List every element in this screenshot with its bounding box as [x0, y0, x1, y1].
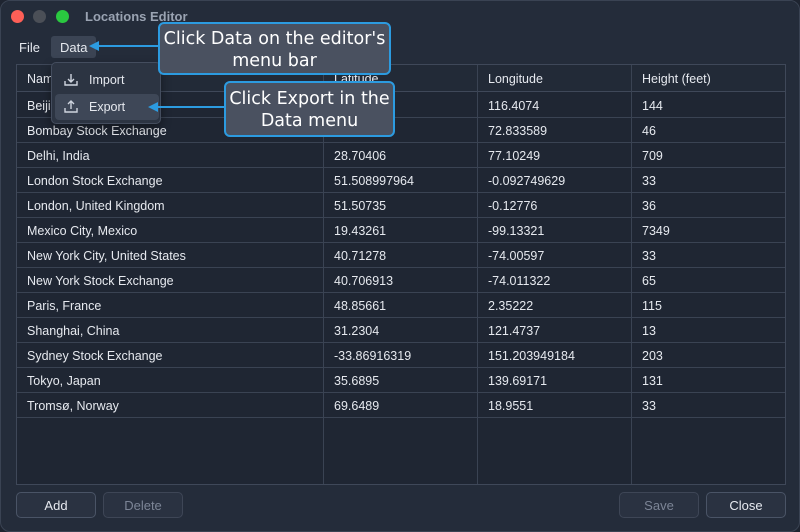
- cell-name[interactable]: Paris, France: [17, 293, 324, 318]
- cell-latitude[interactable]: 40.706913: [324, 268, 478, 293]
- menu-file[interactable]: File: [10, 36, 49, 58]
- cell-latitude[interactable]: -33.86916319: [324, 343, 478, 368]
- table-row[interactable]: New York Stock Exchange 40.706913 -74.0113…: [17, 268, 785, 293]
- cell-height[interactable]: 46: [632, 118, 787, 143]
- callout-click-export: Click Export in the Data menu: [224, 81, 395, 137]
- cell-height[interactable]: 144: [632, 93, 787, 118]
- cell-longitude[interactable]: 72.833589: [478, 118, 632, 143]
- cell-name[interactable]: London, United Kingdom: [17, 193, 324, 218]
- table-row[interactable]: Paris, France 48.85661 2.35222 115: [17, 293, 785, 318]
- cell-name[interactable]: Mexico City, Mexico: [17, 218, 324, 243]
- menu-data[interactable]: Data: [51, 36, 97, 58]
- table-row[interactable]: Mexico City, Mexico 19.43261 -99.13321 7349: [17, 218, 785, 243]
- window-close-icon[interactable]: [11, 10, 24, 23]
- cell-name[interactable]: Tokyo, Japan: [17, 368, 324, 393]
- table-row[interactable]: Sydney Stock Exchange -33.86916319 151.203…: [17, 343, 785, 368]
- cell-longitude[interactable]: 2.35222: [478, 293, 632, 318]
- save-button[interactable]: Save: [619, 492, 699, 518]
- cell-height[interactable]: 36: [632, 193, 787, 218]
- cell-longitude[interactable]: 116.4074: [478, 93, 632, 118]
- cell-name[interactable]: London Stock Exchange: [17, 168, 324, 193]
- cell-longitude[interactable]: 77.10249: [478, 143, 632, 168]
- cell-longitude[interactable]: -0.12776: [478, 193, 632, 218]
- callout-click-data: Click Data on the editor's menu bar: [158, 22, 391, 75]
- delete-button[interactable]: Delete: [103, 492, 183, 518]
- export-tray-icon: [64, 100, 78, 113]
- cell-name[interactable]: Shanghai, China: [17, 318, 324, 343]
- window-maximize-icon[interactable]: [56, 10, 69, 23]
- cell-latitude[interactable]: 48.85661: [324, 293, 478, 318]
- cell-latitude[interactable]: 28.70406: [324, 143, 478, 168]
- cell-longitude[interactable]: 121.4737: [478, 318, 632, 343]
- cell-longitude[interactable]: -74.011322: [478, 268, 632, 293]
- cell-height[interactable]: 203: [632, 343, 787, 368]
- cell-height[interactable]: 33: [632, 168, 787, 193]
- cell-height[interactable]: 131: [632, 368, 787, 393]
- menu-item-import[interactable]: Import: [55, 67, 159, 93]
- cell-latitude[interactable]: 40.71278: [324, 243, 478, 268]
- data-menu-dropdown: Import Export: [51, 62, 161, 124]
- cell-name[interactable]: New York Stock Exchange: [17, 268, 324, 293]
- menu-item-export-label: Export: [89, 100, 126, 114]
- cell-longitude[interactable]: -74.00597: [478, 243, 632, 268]
- table-row[interactable]: Delhi, India 28.70406 77.10249 709: [17, 143, 785, 168]
- cell-name[interactable]: New York City, United States: [17, 243, 324, 268]
- title-bar: Locations Editor: [1, 1, 799, 33]
- cell-latitude[interactable]: 51.50735: [324, 193, 478, 218]
- cell-longitude[interactable]: 151.203949184: [478, 343, 632, 368]
- cell-longitude[interactable]: -0.092749629: [478, 168, 632, 193]
- window-minimize-icon[interactable]: [33, 10, 46, 23]
- table-row[interactable]: Tokyo, Japan 35.6895 139.69171 131: [17, 368, 785, 393]
- header-height[interactable]: Height (feet): [632, 65, 721, 92]
- cell-latitude[interactable]: 69.6489: [324, 393, 478, 418]
- menu-item-import-label: Import: [89, 73, 125, 87]
- cell-latitude[interactable]: 51.508997964: [324, 168, 478, 193]
- table-row[interactable]: London Stock Exchange 51.508997964 -0.0927…: [17, 168, 785, 193]
- cell-height[interactable]: 709: [632, 143, 787, 168]
- cell-longitude[interactable]: -99.13321: [478, 218, 632, 243]
- locations-table: Name Latitude Longitude Height (feet) Be…: [16, 64, 786, 485]
- cell-height[interactable]: 13: [632, 318, 787, 343]
- cell-longitude[interactable]: 18.9551: [478, 393, 632, 418]
- cell-height[interactable]: 33: [632, 393, 787, 418]
- menu-item-export[interactable]: Export: [55, 94, 159, 120]
- cell-name[interactable]: Tromsø, Norway: [17, 393, 324, 418]
- cell-name[interactable]: Delhi, India: [17, 143, 324, 168]
- import-tray-icon: [64, 74, 78, 86]
- close-button[interactable]: Close: [706, 492, 786, 518]
- table-row[interactable]: Tromsø, Norway 69.6489 18.9551 33: [17, 393, 785, 418]
- cell-latitude[interactable]: 31.2304: [324, 318, 478, 343]
- cell-height[interactable]: 7349: [632, 218, 787, 243]
- table-row[interactable]: New York City, United States 40.71278 -74.…: [17, 243, 785, 268]
- add-button[interactable]: Add: [16, 492, 96, 518]
- cell-height[interactable]: 115: [632, 293, 787, 318]
- cell-latitude[interactable]: 35.6895: [324, 368, 478, 393]
- header-longitude[interactable]: Longitude: [478, 65, 553, 92]
- table-row[interactable]: Shanghai, China 31.2304 121.4737 13: [17, 318, 785, 343]
- cell-height[interactable]: 33: [632, 243, 787, 268]
- table-row[interactable]: London, United Kingdom 51.50735 -0.12776 36: [17, 193, 785, 218]
- cell-latitude[interactable]: 19.43261: [324, 218, 478, 243]
- cell-longitude[interactable]: 139.69171: [478, 368, 632, 393]
- cell-height[interactable]: 65: [632, 268, 787, 293]
- menu-bar: File Data: [1, 34, 799, 60]
- cell-name[interactable]: Sydney Stock Exchange: [17, 343, 324, 368]
- locations-editor-window: Locations Editor File Data Name Latitude…: [0, 0, 800, 532]
